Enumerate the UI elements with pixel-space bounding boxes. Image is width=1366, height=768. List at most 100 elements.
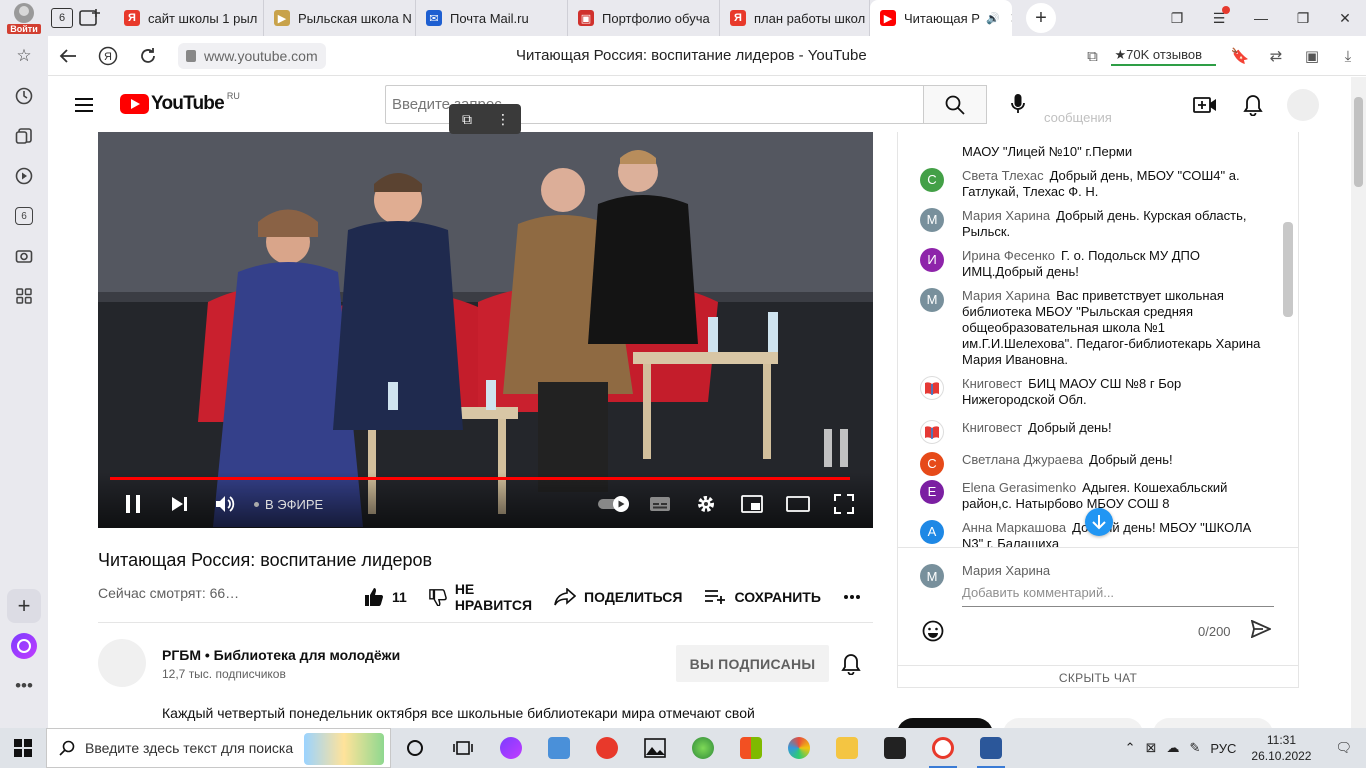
chat-messages[interactable]: МАОУ "Лицей №10" г.Перми С Света Тлехас Доб… — [898, 132, 1298, 547]
page-scrollbar[interactable] — [1351, 77, 1366, 728]
restore-button[interactable]: ❐ — [1282, 10, 1324, 27]
photos-icon[interactable] — [631, 728, 679, 768]
camera-app-icon[interactable] — [871, 728, 919, 768]
volume-button[interactable] — [202, 480, 248, 528]
pen-icon[interactable]: ✎ — [1184, 740, 1205, 756]
globe-app-icon[interactable] — [679, 728, 727, 768]
action-center-icon[interactable]: 🗨 — [1321, 740, 1366, 756]
browser-tab[interactable]: ✉ Почта Mail.ru — [416, 0, 568, 36]
browser-menu-icon[interactable]: ☰ — [1198, 5, 1240, 27]
pinwheel-app-icon[interactable] — [775, 728, 823, 768]
tray-chevron-icon[interactable]: ⌃ — [1120, 740, 1141, 756]
emoji-button[interactable] — [922, 620, 944, 647]
bookmark-icon[interactable]: 🔖 — [1222, 47, 1258, 65]
chat-author[interactable]: Анна Маркашова — [962, 520, 1066, 535]
next-button[interactable] — [156, 480, 202, 528]
tab-audio-icon[interactable]: 🔊 — [986, 12, 1000, 25]
sidebar-add-button[interactable]: + — [7, 589, 41, 623]
more-actions-button[interactable] — [843, 594, 869, 600]
pause-button[interactable] — [110, 480, 156, 528]
cloud-icon[interactable]: ☁ — [1161, 740, 1184, 756]
yandex-browser-icon[interactable] — [583, 728, 631, 768]
browser-tab[interactable]: Яплан работы школ — [720, 0, 870, 36]
open-external-icon[interactable]: ⧉ — [449, 111, 485, 128]
profile-button[interactable]: Войти — [0, 0, 48, 36]
start-button[interactable] — [0, 728, 46, 768]
chat-scrollbar[interactable] — [1283, 222, 1293, 317]
cortana-icon[interactable] — [391, 728, 439, 768]
like-button[interactable]: 11 — [364, 587, 407, 607]
youtube-logo[interactable]: YouTube RU — [120, 91, 240, 114]
chat-author[interactable]: Elena Gerasimenko — [962, 480, 1076, 495]
history-icon[interactable] — [0, 76, 48, 116]
task-view-icon[interactable] — [439, 728, 487, 768]
browser-tab[interactable]: ▣ Портфолио обуча — [568, 0, 720, 36]
hide-chat-button[interactable]: СКРЫТЬ ЧАТ — [898, 665, 1298, 689]
new-tab-group-icon[interactable] — [76, 4, 104, 32]
sidebar-more-icon[interactable]: ••• — [0, 666, 48, 706]
taskbar-search[interactable]: Введите здесь текст для поиска — [46, 728, 391, 768]
settings-button[interactable] — [683, 480, 729, 528]
reviews-badge[interactable]: ★70K отзывов — [1110, 46, 1216, 66]
chat-author[interactable]: Книговест — [962, 420, 1022, 435]
chip-2[interactable] — [1003, 718, 1143, 728]
chat-author[interactable]: Света Тлехас — [962, 168, 1044, 183]
tab-counter-button[interactable]: 6 — [48, 4, 76, 32]
notifications-button[interactable] — [1229, 94, 1277, 116]
control-panel-icon[interactable] — [535, 728, 583, 768]
channel-notifications-button[interactable] — [841, 653, 861, 680]
language-indicator[interactable]: РУС — [1205, 741, 1241, 756]
minimize-button[interactable]: — — [1240, 10, 1282, 26]
services-grid-icon[interactable] — [0, 276, 48, 316]
alice-assistant-icon[interactable] — [11, 633, 37, 659]
tab-close-icon[interactable]: ✕ — [1010, 10, 1012, 27]
live-indicator[interactable]: В ЭФИРЕ — [254, 497, 323, 512]
video-player[interactable]: В ЭФИРЕ — [98, 132, 873, 528]
channel-avatar[interactable] — [98, 639, 146, 687]
send-button[interactable] — [1250, 619, 1273, 643]
voice-search-button[interactable] — [1002, 88, 1034, 120]
chat-author[interactable]: Светлана Джураева — [962, 452, 1083, 467]
store-icon[interactable] — [727, 728, 775, 768]
page-scrollbar-thumb[interactable] — [1354, 97, 1363, 187]
file-explorer-icon[interactable] — [823, 728, 871, 768]
channel-name[interactable]: РГБМ • Библиотека для молодёжи — [162, 647, 400, 663]
scroll-to-bottom-button[interactable] — [1085, 508, 1113, 536]
chat-author[interactable]: Мария Харина — [962, 208, 1050, 223]
browser-tab[interactable]: Ясайт школы 1 рыл — [114, 0, 264, 36]
create-video-button[interactable] — [1181, 96, 1229, 114]
video-icon[interactable] — [0, 156, 48, 196]
word-icon[interactable] — [967, 728, 1015, 768]
back-button[interactable] — [48, 36, 88, 76]
url-field[interactable]: www.youtube.com — [178, 42, 326, 69]
new-tab-button[interactable]: + — [1026, 3, 1056, 33]
favorites-star-icon[interactable]: ☆ — [0, 36, 48, 76]
browser-tab[interactable]: ▶ Рыльская школа N — [264, 0, 416, 36]
autoplay-toggle[interactable] — [591, 480, 637, 528]
alice-taskbar-icon[interactable] — [487, 728, 535, 768]
fullscreen-button[interactable] — [821, 480, 867, 528]
theater-mode-button[interactable] — [775, 480, 821, 528]
miniplayer-button[interactable] — [729, 480, 775, 528]
chip-all[interactable] — [897, 718, 993, 728]
more-vert-icon[interactable]: ⋮ — [485, 111, 521, 128]
dislike-button[interactable]: НЕ НРАВИТСЯ — [428, 581, 532, 613]
close-window-button[interactable]: ✕ — [1324, 10, 1366, 27]
translate-icon[interactable]: ⇄ — [1258, 47, 1294, 65]
clock[interactable]: 11:31 26.10.2022 — [1241, 732, 1321, 764]
chat-comment-input[interactable]: Добавить комментарий... — [962, 585, 1274, 607]
chat-author[interactable]: Ирина Фесенко — [962, 248, 1055, 263]
share-button[interactable]: ПОДЕЛИТЬСЯ — [554, 588, 682, 606]
menu-icon[interactable] — [48, 77, 120, 132]
save-button[interactable]: СОХРАНИТЬ — [704, 589, 821, 605]
browser-tab[interactable]: ▶ Читающая Р 🔊 ✕ — [870, 0, 1012, 36]
bookmarks-bar-icon[interactable]: ❐ — [1156, 10, 1198, 27]
collections-icon[interactable] — [0, 116, 48, 156]
chat-author[interactable]: Мария Харина — [962, 288, 1050, 303]
reload-button[interactable] — [128, 36, 168, 76]
chat-author[interactable]: Книговест — [962, 376, 1022, 391]
subscribed-button[interactable]: ВЫ ПОДПИСАНЫ — [676, 645, 829, 682]
download-icon[interactable]: ⤓ — [1330, 48, 1366, 65]
extension-icon[interactable]: ▣ — [1294, 47, 1330, 65]
subtitles-button[interactable] — [637, 480, 683, 528]
